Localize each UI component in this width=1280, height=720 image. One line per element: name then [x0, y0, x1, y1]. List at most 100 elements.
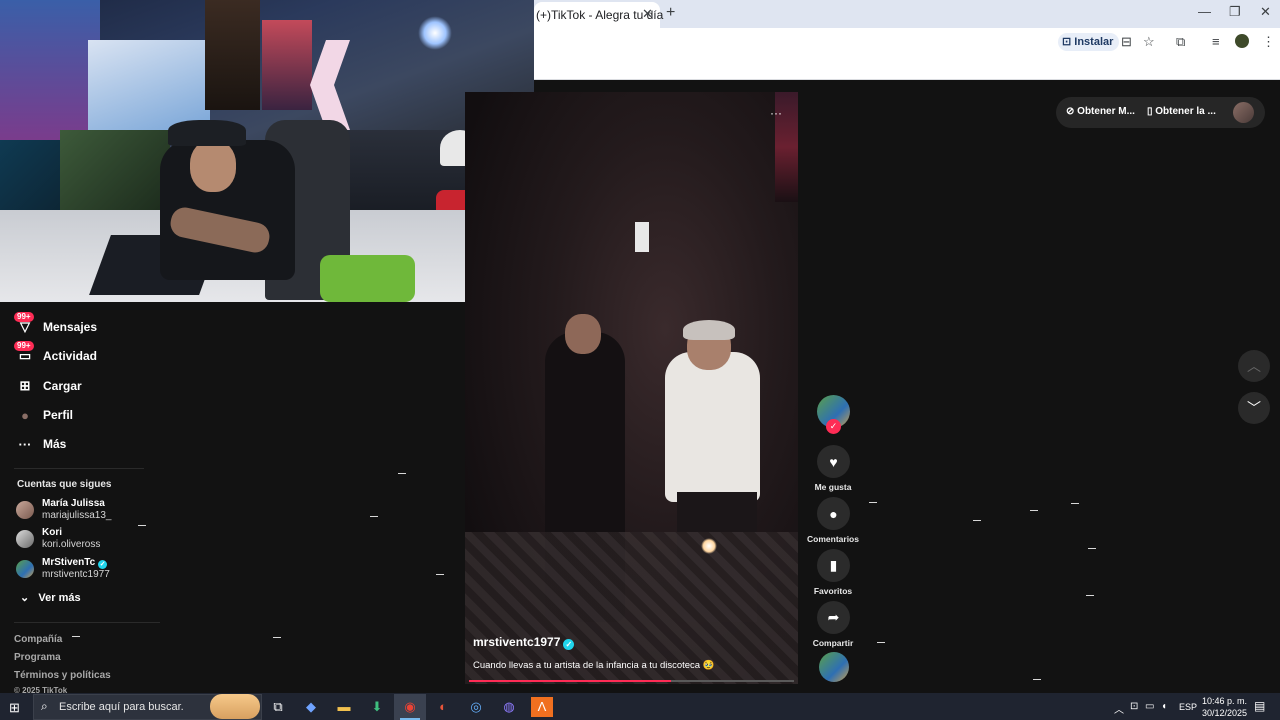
install-label: Instalar: [1074, 36, 1114, 48]
install-button[interactable]: ⊡ Instalar: [1058, 33, 1120, 51]
account-name: Kori: [42, 527, 62, 538]
bookmark-icon[interactable]: ▮: [817, 549, 850, 582]
sidebar-item-mensajes[interactable]: ▽ 99+ Mensajes: [14, 312, 98, 338]
browser-app-icon[interactable]: ◐: [432, 697, 454, 717]
sidebar-item-label: Mensajes: [43, 320, 98, 334]
messages-badge: 99+: [14, 312, 34, 322]
task-view-icon[interactable]: ⧉: [267, 697, 289, 717]
artifact: [1030, 510, 1038, 511]
activity-badge: 99+: [14, 341, 34, 351]
get-coins-button[interactable]: ⊘ Obtener M...: [1066, 106, 1135, 117]
video-caption: Cuando llevas a tu artista de la infanci…: [473, 660, 715, 671]
profile-icon[interactable]: [1235, 34, 1249, 48]
video-player[interactable]: ···: [465, 92, 798, 684]
artifact: [1086, 595, 1094, 596]
user-avatar[interactable]: [1233, 102, 1254, 123]
artifact: [1088, 548, 1096, 549]
input-language[interactable]: ESP: [1179, 702, 1197, 712]
share-icon[interactable]: ➦: [817, 601, 850, 634]
chrome-icon[interactable]: ◉: [399, 697, 421, 717]
follow-icon[interactable]: ✓: [826, 419, 841, 434]
verified-icon: ✓: [98, 560, 108, 569]
windows-start-icon[interactable]: ⊞: [9, 700, 20, 716]
account-handle: mrstiventc1977: [42, 569, 110, 580]
more-options-icon[interactable]: ···: [770, 106, 782, 120]
discord-icon[interactable]: ◍: [498, 697, 520, 717]
notification-icon[interactable]: ▤: [1254, 699, 1265, 713]
see-more-button[interactable]: ⌄ Ver más: [20, 591, 81, 604]
phone-light: [635, 222, 649, 252]
extensions-icon[interactable]: ⧉: [1176, 34, 1185, 50]
search-highlight-icon[interactable]: [210, 694, 260, 719]
heart-icon[interactable]: ♥: [817, 445, 850, 478]
monitor: [60, 130, 170, 210]
artifact: [273, 637, 281, 638]
avatar-icon: ●: [21, 407, 29, 423]
bookmark-bar: [534, 56, 1280, 80]
chevron-up-icon[interactable]: ︿: [1238, 350, 1270, 382]
divider: [14, 622, 160, 623]
music-disc-icon[interactable]: [819, 652, 849, 682]
close-icon[interactable]: ✕: [642, 6, 653, 22]
sparkler: [701, 538, 717, 554]
footer-link-company[interactable]: Compañía: [14, 634, 62, 645]
ceiling-light: [418, 16, 452, 50]
following-account[interactable]: Kori kori.oliveross: [16, 527, 100, 551]
artifact: [973, 520, 981, 521]
app-icon[interactable]: ⬇: [366, 697, 388, 717]
volume-icon[interactable]: ◖: [1161, 701, 1167, 712]
video-author[interactable]: mrstiventc1977 ✓: [473, 635, 575, 650]
upload-icon: ⊞: [19, 378, 31, 393]
avatar: [16, 560, 34, 578]
game-poster-2: [262, 20, 312, 110]
restore-icon[interactable]: ❐: [1229, 4, 1241, 20]
avatar: [16, 530, 34, 548]
see-more-label: Ver más: [38, 592, 81, 604]
artifact: [1033, 679, 1041, 680]
chevron-down-icon[interactable]: ﹀: [1238, 392, 1270, 424]
new-tab-icon[interactable]: +: [666, 4, 675, 22]
following-account[interactable]: María Julissa mariajulissa13_: [16, 498, 111, 522]
sidebar-item-perfil[interactable]: ● Perfil: [16, 404, 73, 426]
sidebar-item-label: Perfil: [43, 408, 74, 422]
network-icon[interactable]: ▭: [1145, 701, 1154, 712]
steam-icon[interactable]: ◎: [465, 697, 487, 717]
artifact: [877, 642, 885, 643]
sidebar-item-cargar[interactable]: ⊞ Cargar: [16, 375, 82, 397]
share-label: Compartir: [812, 638, 854, 648]
more-icon: ···: [18, 436, 32, 452]
minimize-icon[interactable]: —: [1198, 4, 1211, 19]
artifact: [1071, 503, 1079, 504]
streaming-app-icon[interactable]: Λ: [531, 697, 553, 717]
copilot-icon[interactable]: ◆: [300, 697, 322, 717]
following-account[interactable]: MrStivenTc ✓ mrstiventc1977: [16, 557, 110, 581]
get-app-button[interactable]: ▯ Obtener la ...: [1147, 106, 1216, 117]
artist-hair: [683, 320, 735, 340]
artifact: [869, 502, 877, 503]
poster-art: [0, 0, 100, 140]
footer-link-terms[interactable]: Términos y políticas: [14, 670, 111, 681]
sidebar-item-actividad[interactable]: ▭ 99+ Actividad: [14, 341, 97, 367]
tray-chevron-icon[interactable]: ︿: [1114, 701, 1124, 716]
clock-time[interactable]: 10:46 p. m.: [1202, 696, 1247, 706]
verified-icon: ✓: [563, 639, 575, 650]
paper-plane-icon: ▽ 99+: [14, 312, 34, 335]
artifact: [436, 574, 444, 575]
sidebar-item-label: Cargar: [43, 379, 82, 393]
inbox-icon: ▭ 99+: [14, 341, 34, 364]
window-close-icon[interactable]: ✕: [1260, 4, 1271, 20]
sidebar-item-mas[interactable]: ··· Más: [16, 433, 67, 455]
star-icon[interactable]: ☆: [1143, 34, 1155, 50]
search-placeholder: Escribe aquí para buscar.: [59, 701, 184, 713]
translate-icon[interactable]: ⊟: [1121, 34, 1132, 50]
comment-icon[interactable]: ●: [817, 497, 850, 530]
streamer-cap: [168, 120, 246, 146]
tray-app-icon[interactable]: ⊡: [1130, 701, 1138, 712]
menu-icon[interactable]: ⋮: [1262, 34, 1275, 50]
fifa-poster: [88, 40, 210, 130]
file-explorer-icon[interactable]: ▬: [333, 697, 355, 717]
clock-date[interactable]: 30/12/2025: [1202, 708, 1247, 718]
artifact: [138, 525, 146, 526]
media-icon[interactable]: ≡: [1212, 34, 1220, 49]
footer-link-program[interactable]: Programa: [14, 652, 61, 663]
